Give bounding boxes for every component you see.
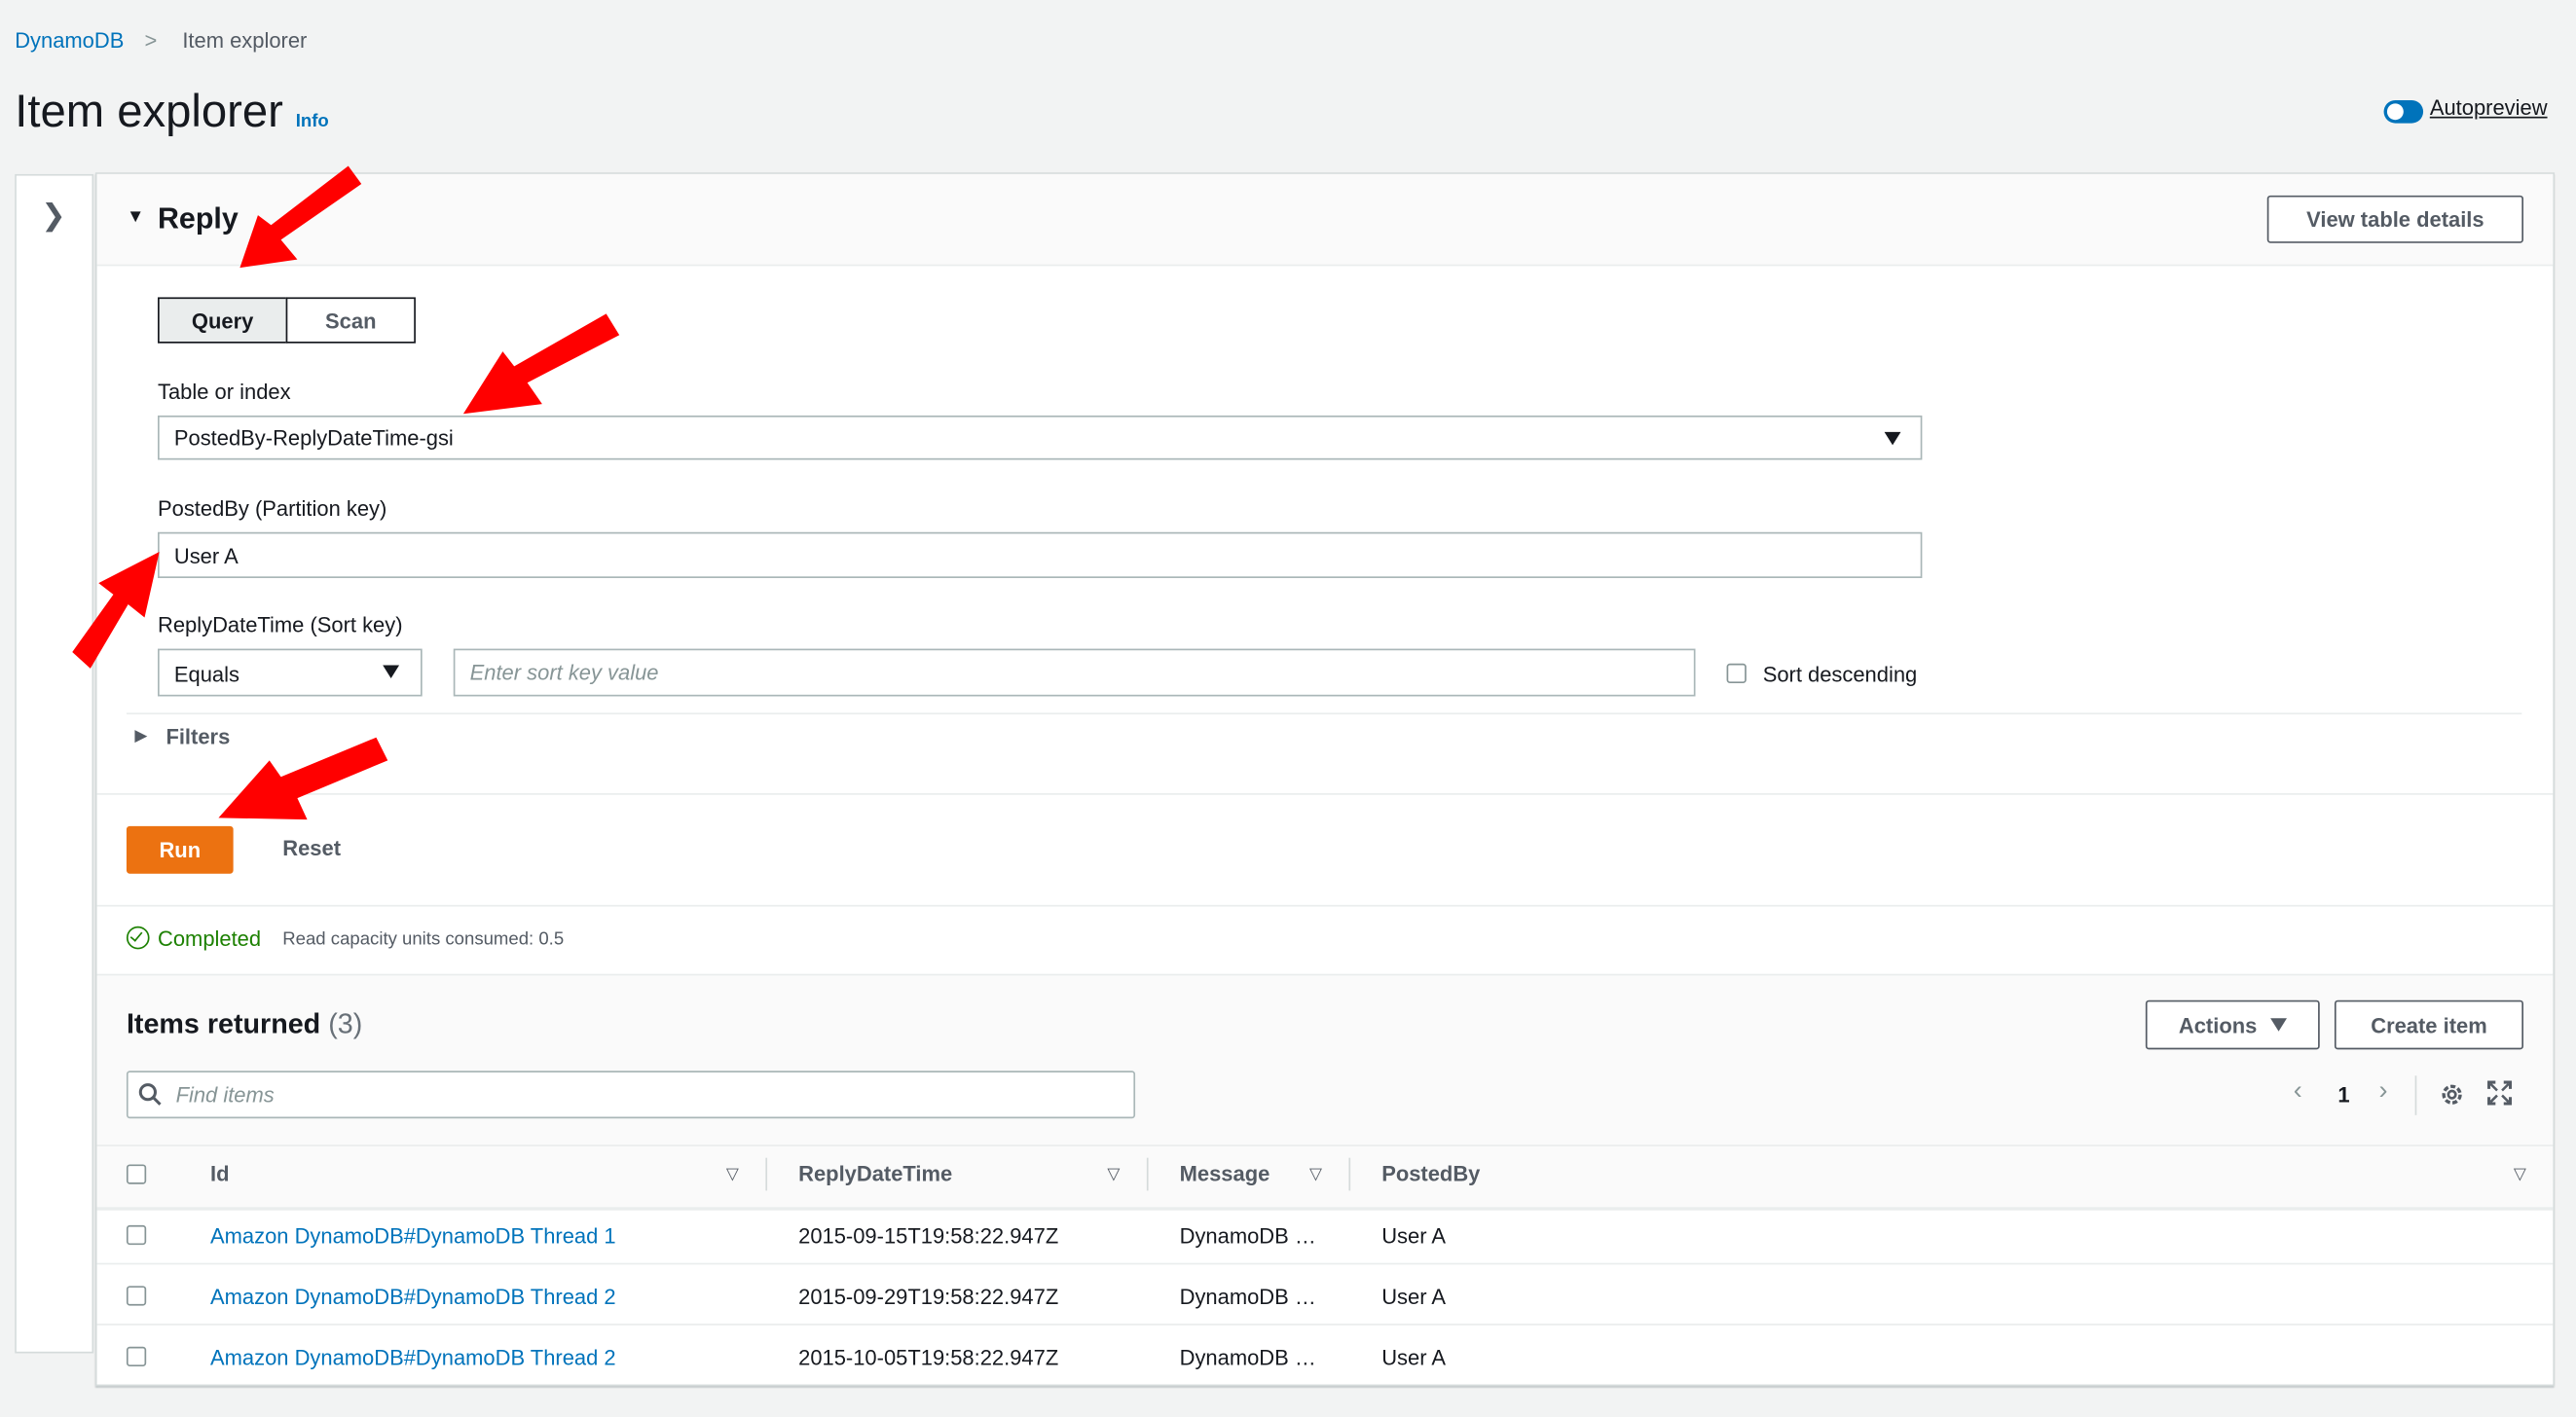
results-count: (3) [328,1008,363,1040]
filters-toggle[interactable]: Filters [166,724,230,748]
autopreview-label[interactable]: Autopreview [2430,95,2548,120]
column-divider[interactable] [765,1157,768,1191]
select-all-checkbox[interactable] [126,1164,147,1184]
sort-key-placeholder: Enter sort key value [469,660,659,685]
fullscreen-icon[interactable] [2487,1080,2513,1106]
reply-date-time-cell: 2015-09-29T19:58:22.947Z [798,1284,1059,1309]
divider [96,793,2554,795]
sort-icon[interactable]: ▽ [2514,1166,2526,1184]
breadcrumb-dynamodb-link[interactable]: DynamoDB [15,28,124,53]
actions-label: Actions [2178,1012,2258,1037]
sort-icon[interactable]: ▽ [1309,1166,1322,1184]
column-divider[interactable] [1146,1157,1149,1191]
column-header-replydatetime[interactable]: ReplyDateTime [798,1161,952,1185]
divider [2414,1075,2417,1115]
divider [96,904,2554,907]
info-link[interactable]: Info [296,112,329,131]
find-items-placeholder: Find items [175,1082,275,1108]
breadcrumb-separator-icon: > [144,27,158,53]
reset-button[interactable]: Reset [282,836,341,860]
divider [126,712,2522,715]
item-id-link[interactable]: Amazon DynamoDB#DynamoDB Thread 2 [210,1345,616,1369]
item-id-link[interactable]: Amazon DynamoDB#DynamoDB Thread 1 [210,1223,616,1248]
table-header-row [96,1144,2554,1211]
chevron-left-icon[interactable]: ‹ [2294,1077,2302,1107]
status-text: Completed [158,926,262,952]
side-panel [15,173,94,1354]
sort-icon[interactable]: ▽ [726,1166,739,1184]
sort-key-label: ReplyDateTime (Sort key) [158,612,403,637]
sort-descending-checkbox[interactable] [1726,663,1747,683]
message-cell: DynamoDB … [1179,1284,1316,1309]
table-index-label: Table or index [158,379,291,405]
posted-by-cell: User A [1381,1345,1447,1370]
gear-icon[interactable] [2438,1080,2466,1108]
scan-mode-button[interactable]: Scan [285,297,416,344]
row-divider [96,1324,2554,1326]
chevron-right-icon[interactable]: ❯ [41,199,65,233]
page-number[interactable]: 1 [2337,1082,2349,1107]
posted-by-cell: User A [1381,1284,1447,1309]
column-divider[interactable] [1348,1157,1351,1191]
expand-caret-icon[interactable]: ▶ [134,728,147,746]
run-button[interactable]: Run [126,825,234,874]
table-index-value: PostedBy-ReplyDateTime-gsi [173,425,454,451]
message-cell: DynamoDB … [1179,1223,1316,1249]
panel-header [96,173,2554,267]
row-divider [96,1262,2554,1265]
autopreview-toggle[interactable] [2383,99,2424,124]
row-checkbox[interactable] [126,1224,147,1246]
sort-icon[interactable]: ▽ [1107,1166,1120,1184]
success-check-icon [126,926,150,950]
caret-down-icon [383,665,400,678]
collapse-caret-icon[interactable]: ▼ [127,207,144,227]
partition-key-label: PostedBy (Partition key) [158,495,387,521]
partition-key-input[interactable] [158,531,1923,578]
query-mode-button[interactable]: Query [158,297,288,344]
results-title-text: Items returned [126,1008,321,1040]
actions-button[interactable]: Actions [2145,999,2320,1050]
posted-by-cell: User A [1381,1223,1447,1249]
page-canvas: DynamoDB > Item explorer Item explorer I… [0,0,2576,1417]
status-detail: Read capacity units consumed: 0.5 [282,929,565,950]
reply-date-time-cell: 2015-10-05T19:58:22.947Z [798,1345,1059,1370]
find-items-input[interactable] [126,1071,1136,1119]
row-checkbox[interactable] [126,1346,147,1366]
search-icon [138,1083,162,1106]
row-checkbox[interactable] [126,1286,147,1306]
column-header-message[interactable]: Message [1180,1161,1270,1185]
results-title: Items returned (3) [127,1008,362,1041]
caret-down-icon [2269,1018,2287,1032]
sort-operator-value: Equals [173,662,239,687]
breadcrumb-current: Item explorer [182,27,308,53]
partition-key-value: User A [173,543,239,568]
reply-date-time-cell: 2015-09-15T19:58:22.947Z [798,1223,1059,1249]
caret-down-icon [1884,431,1901,446]
column-header-id[interactable]: Id [210,1161,230,1185]
create-item-button[interactable]: Create item [2334,999,2523,1050]
view-table-details-button[interactable]: View table details [2266,195,2523,243]
chevron-right-icon[interactable]: › [2379,1077,2388,1107]
item-id-link[interactable]: Amazon DynamoDB#DynamoDB Thread 2 [210,1285,616,1309]
column-header-postedby[interactable]: PostedBy [1381,1161,1480,1185]
table-name-heading[interactable]: Reply [158,202,239,236]
message-cell: DynamoDB … [1179,1345,1316,1370]
page-title: Item explorer [15,85,283,137]
sort-descending-label: Sort descending [1762,662,1918,687]
